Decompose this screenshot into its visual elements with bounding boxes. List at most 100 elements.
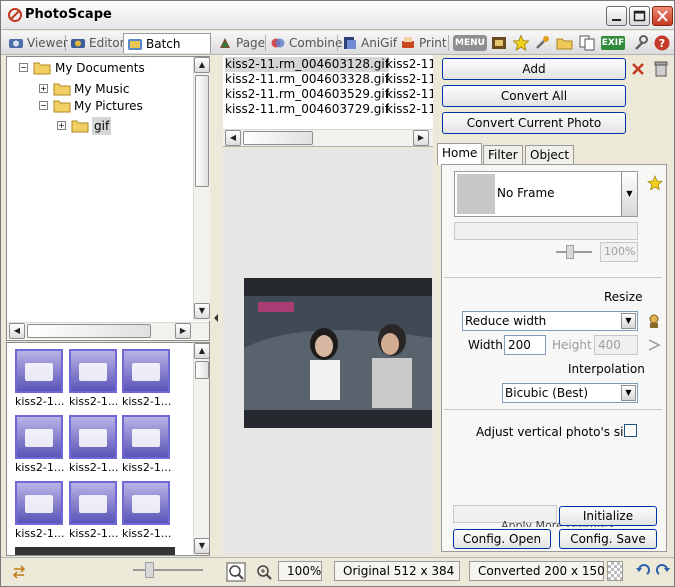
scroll-thumb[interactable] [195, 361, 209, 379]
opacity-slider-track[interactable] [556, 251, 592, 253]
star-icon[interactable] [647, 175, 663, 191]
file-list-item[interactable]: kiss2-11.rm_004603328.gif [225, 72, 389, 87]
resize-mode-select[interactable]: Reduce width ▼ [462, 311, 638, 331]
splitter-arrow-icon [214, 314, 218, 322]
help-icon[interactable]: ? [653, 34, 671, 52]
tab-object[interactable]: Object [525, 145, 575, 165]
star-icon[interactable] [512, 34, 530, 52]
tab-filter[interactable]: Filter [483, 145, 523, 165]
tab-batch-editor[interactable]: Batch Editor [123, 33, 211, 71]
tab-print[interactable]: Print [397, 33, 447, 53]
tools-icon[interactable] [534, 34, 552, 52]
rotate-left-icon[interactable] [635, 562, 651, 578]
thumbnail-caption: kiss2-1... [15, 527, 65, 540]
add-button[interactable]: Add [442, 58, 626, 80]
scroll-down-icon[interactable]: ▼ [194, 303, 210, 319]
film-strip-icon[interactable] [490, 34, 508, 52]
chevron-down-icon[interactable]: ▼ [621, 385, 636, 401]
rotate-right-icon[interactable] [655, 562, 671, 578]
wrench-icon[interactable] [631, 34, 649, 52]
scroll-up-icon[interactable]: ▲ [194, 57, 210, 73]
opacity-slider-thumb[interactable] [566, 245, 574, 259]
scroll-down-icon[interactable]: ▼ [194, 538, 209, 554]
close-button[interactable] [652, 6, 673, 26]
thumbnail-item[interactable]: kiss2-1... [15, 415, 67, 475]
file-list-item[interactable]: kiss2-11.rm_004603529.gif [225, 87, 389, 102]
resize-label: Resize [604, 290, 643, 304]
tab-home[interactable]: Home [437, 143, 483, 165]
thumbnail-item[interactable]: kiss2-1... [122, 481, 174, 541]
thumbnail-size-slider-track[interactable] [133, 569, 203, 571]
zoom-fit-icon[interactable] [254, 562, 274, 582]
scroll-up-icon[interactable]: ▲ [194, 343, 209, 359]
collapse-icon[interactable]: − [39, 101, 48, 110]
thumbnail-image [15, 415, 63, 459]
file-list-item[interactable]: kiss2-11.rm_004603128.gif [225, 57, 389, 72]
trash-icon[interactable] [653, 60, 669, 78]
file-list-horizontal-scrollbar[interactable]: ◀ ▶ [223, 129, 433, 146]
thumbnail-item[interactable]: kiss2-1... [15, 481, 67, 541]
frame-select-value: No Frame [497, 186, 555, 200]
thumbnail-item[interactable]: kiss2-1... [122, 415, 174, 475]
swap-icon[interactable] [11, 564, 27, 580]
minimize-button[interactable] [606, 6, 627, 26]
scroll-thumb[interactable] [195, 75, 209, 187]
interpolation-label: Interpolation [568, 362, 645, 376]
scroll-right-icon[interactable]: ▶ [413, 130, 429, 146]
initialize-button[interactable]: Initialize [559, 506, 657, 526]
tree-vertical-scrollbar[interactable]: ▲ ▼ [193, 57, 210, 321]
tree-horizontal-scrollbar[interactable]: ◀ ▶ [7, 322, 209, 339]
file-list-item[interactable]: kiss2-11 [386, 87, 433, 102]
thumbnail-size-slider-thumb[interactable] [145, 562, 154, 578]
chevron-down-icon[interactable]: ▼ [621, 172, 637, 216]
width-input[interactable]: 200 [504, 335, 546, 355]
folder-open-icon[interactable] [556, 34, 574, 52]
tab-editor[interactable]: Editor [67, 33, 125, 53]
tab-separator [337, 35, 338, 51]
chevron-down-icon[interactable]: ▼ [621, 313, 636, 329]
convert-all-button[interactable]: Convert All [442, 85, 626, 107]
adjust-vertical-checkbox[interactable] [624, 424, 637, 437]
thumbnail-vertical-scrollbar[interactable]: ▲ ▼ [193, 343, 209, 555]
exif-button[interactable]: EXIF [601, 36, 625, 50]
scroll-left-icon[interactable]: ◀ [225, 130, 241, 146]
thumbnail-item[interactable]: kiss2-1... [122, 349, 174, 409]
tab-anigif[interactable]: AniGif [339, 33, 397, 53]
height-input[interactable]: 400 [594, 335, 638, 355]
tab-combine[interactable]: Combine [267, 33, 342, 53]
maximize-button[interactable] [629, 6, 650, 26]
pages-icon[interactable] [578, 34, 596, 52]
scroll-thumb[interactable] [243, 131, 313, 145]
thumbnail-caption: kiss2-1... [15, 395, 65, 408]
person-icon[interactable] [646, 313, 662, 329]
config-save-button[interactable]: Config. Save [559, 529, 657, 549]
file-list-item[interactable]: kiss2-11 [386, 102, 433, 117]
folder-icon [33, 62, 51, 75]
collapse-icon[interactable]: − [19, 63, 28, 72]
thumbnail-item[interactable]: kiss2-1... [69, 415, 121, 475]
menu-button[interactable]: MENU [453, 35, 487, 51]
link-arrow-icon[interactable] [646, 337, 662, 353]
file-list-item[interactable]: kiss2-11.rm_004603729.gif [225, 102, 389, 117]
scroll-thumb[interactable] [27, 324, 151, 338]
expand-icon[interactable]: + [57, 121, 66, 130]
thumbnail-item[interactable]: kiss2-1... [15, 349, 67, 409]
scroll-right-icon[interactable]: ▶ [175, 323, 191, 339]
file-list-item[interactable]: kiss2-11 [386, 57, 433, 72]
opacity-input[interactable]: 100% [600, 242, 638, 262]
interpolation-select[interactable]: Bicubic (Best) ▼ [502, 383, 638, 403]
thumbnail-item[interactable]: kiss2-1... [69, 481, 121, 541]
scroll-left-icon[interactable]: ◀ [9, 323, 25, 339]
thumbnail-item[interactable]: kiss2-1... [69, 349, 121, 409]
zoom-actual-size-icon[interactable] [226, 562, 246, 582]
convert-current-photo-button[interactable]: Convert Current Photo [442, 112, 626, 134]
close-icon [657, 10, 668, 22]
panel-splitter[interactable] [211, 269, 221, 369]
tab-page[interactable]: Page [214, 33, 265, 53]
tab-viewer[interactable]: Viewer [5, 33, 68, 53]
frame-select[interactable]: No Frame ▼ [454, 171, 638, 217]
expand-icon[interactable]: + [39, 84, 48, 93]
config-open-button[interactable]: Config. Open [453, 529, 551, 549]
file-list-item[interactable]: kiss2-11 [386, 72, 433, 87]
remove-icon[interactable] [630, 61, 646, 77]
